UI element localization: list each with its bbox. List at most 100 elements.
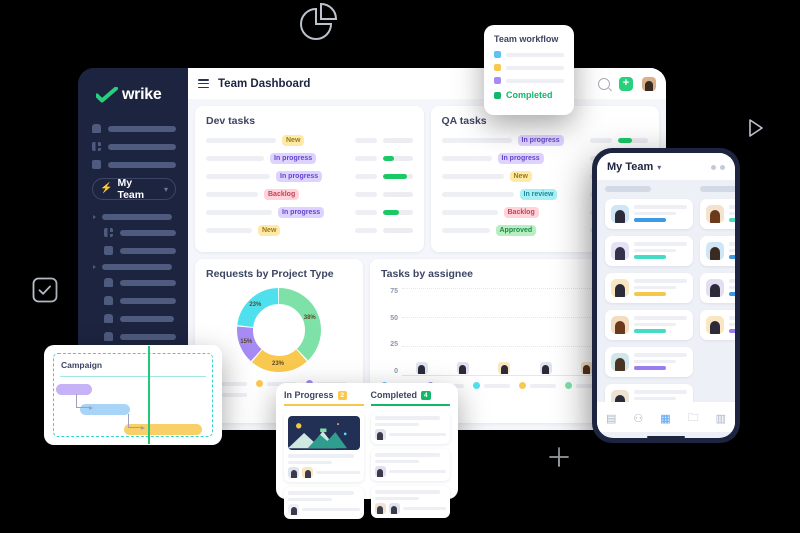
add-button[interactable]: + xyxy=(619,76,633,91)
kanban-card[interactable] xyxy=(370,412,450,444)
avatar xyxy=(611,353,629,371)
status-badge[interactable]: In progress xyxy=(497,153,544,164)
search-icon[interactable] xyxy=(598,77,610,90)
inbox-icon[interactable]: ▤ xyxy=(606,412,616,425)
task-row[interactable]: New xyxy=(206,225,413,236)
y-tick: 0 xyxy=(394,367,398,375)
phone-task-card[interactable] xyxy=(605,199,693,229)
task-progress xyxy=(382,210,413,215)
card-cover-image xyxy=(288,416,360,450)
avatar xyxy=(302,467,313,478)
kanban-card[interactable] xyxy=(370,486,450,518)
home-icon xyxy=(104,314,113,323)
phone-column xyxy=(605,186,693,402)
folder-icon[interactable]: 🗀 xyxy=(688,409,699,428)
kanban-column-completed: Completed 4 xyxy=(370,390,450,518)
task-row[interactable]: In progress xyxy=(206,153,413,164)
avatar xyxy=(374,503,386,514)
phone-task-card[interactable] xyxy=(605,310,693,340)
phone-column xyxy=(700,186,735,402)
legend-label xyxy=(484,383,510,388)
task-meta xyxy=(354,192,377,197)
status-badge[interactable]: New xyxy=(509,171,532,182)
chevron-down-icon[interactable]: ▾ xyxy=(657,163,661,172)
people-add-icon[interactable]: ⚇ xyxy=(633,412,643,425)
task-name xyxy=(206,210,272,215)
sidebar-item-1[interactable] xyxy=(92,142,176,151)
kanban-card[interactable] xyxy=(284,487,364,519)
workflow-label xyxy=(506,65,564,70)
phone-task-card[interactable] xyxy=(605,236,693,266)
phone-card-progress xyxy=(634,255,666,259)
phone-card-lines xyxy=(634,353,687,371)
my-team-button[interactable]: ⚡ My Team ▾ xyxy=(92,177,176,201)
workflow-row[interactable] xyxy=(494,64,564,71)
home-indicator xyxy=(647,435,685,438)
workflow-row[interactable] xyxy=(494,51,564,58)
status-badge[interactable]: In progress xyxy=(278,207,325,218)
task-name xyxy=(441,156,492,161)
wrike-check-logo xyxy=(96,87,118,103)
sidebar-subitem[interactable] xyxy=(104,296,176,305)
card-assignees xyxy=(288,504,360,515)
status-badge[interactable]: New xyxy=(282,135,305,146)
sidebar-item-label xyxy=(108,143,176,150)
status-badge[interactable]: Backlog xyxy=(503,207,539,218)
sidebar-subitem[interactable] xyxy=(104,278,176,287)
more-dots-icon[interactable] xyxy=(711,164,725,170)
phone-card-lines xyxy=(634,242,687,260)
status-badge[interactable]: Backlog xyxy=(264,189,300,200)
legend-item[interactable] xyxy=(519,382,556,389)
status-badge[interactable]: In progress xyxy=(276,171,323,182)
kanban-card[interactable] xyxy=(284,412,364,482)
dev-tasks-card: Dev tasks New In progress In progress Backl… xyxy=(195,106,424,252)
sidebar-subitem[interactable] xyxy=(104,314,176,323)
sidebar-subitem[interactable] xyxy=(104,228,176,237)
kanban-card[interactable] xyxy=(370,449,450,481)
workflow-row[interactable] xyxy=(494,77,564,84)
chevron-down-icon: ▾ xyxy=(163,184,168,194)
phone-task-card[interactable] xyxy=(605,347,693,377)
sidebar-subitem[interactable] xyxy=(104,246,176,255)
phone-column-header xyxy=(700,186,735,192)
task-row[interactable]: In progress xyxy=(206,207,413,218)
wrike-logo: wrike xyxy=(96,86,176,104)
sidebar-item-0[interactable] xyxy=(92,124,176,133)
donut-chart-title: Requests by Project Type xyxy=(206,268,334,280)
phone-task-card[interactable] xyxy=(700,236,735,266)
phone-task-card[interactable] xyxy=(700,273,735,303)
sidebar-group-header[interactable] xyxy=(92,214,176,220)
task-row[interactable]: In progress xyxy=(441,135,648,146)
task-name xyxy=(441,210,498,215)
sidebar-group-label xyxy=(102,264,172,270)
phone-card-lines xyxy=(729,205,735,223)
avatar[interactable] xyxy=(642,76,656,91)
status-badge[interactable]: In progress xyxy=(270,153,317,164)
board-grid-icon[interactable]: ▦ xyxy=(660,412,670,425)
home-icon xyxy=(92,124,101,133)
card-assignees xyxy=(374,466,446,477)
sidebar-group-header[interactable] xyxy=(92,264,176,270)
card-assignees xyxy=(374,503,446,514)
legend-item[interactable] xyxy=(473,382,510,389)
status-badge[interactable]: In progress xyxy=(517,135,564,146)
phone-task-card[interactable] xyxy=(605,384,693,402)
phone-task-card[interactable] xyxy=(700,199,735,229)
phone-task-card[interactable] xyxy=(700,310,735,340)
list-icon[interactable]: ▥ xyxy=(716,412,726,425)
task-row[interactable]: In progress xyxy=(206,171,413,182)
task-row[interactable]: New xyxy=(206,135,413,146)
task-row[interactable]: Backlog xyxy=(206,189,413,200)
phone-task-card[interactable] xyxy=(605,273,693,303)
phone-card-lines xyxy=(729,279,735,297)
hamburger-menu-icon[interactable] xyxy=(198,79,209,88)
sidebar-item-2[interactable] xyxy=(92,160,176,169)
sidebar-subitem[interactable] xyxy=(104,332,176,341)
task-meta xyxy=(354,210,377,215)
avatar xyxy=(706,205,724,223)
status-badge[interactable]: In review xyxy=(519,189,558,200)
status-badge[interactable]: Approved xyxy=(495,225,537,236)
status-badge[interactable]: New xyxy=(258,225,281,236)
task-meta xyxy=(354,156,377,161)
dashboard-grid-icon xyxy=(104,228,113,237)
